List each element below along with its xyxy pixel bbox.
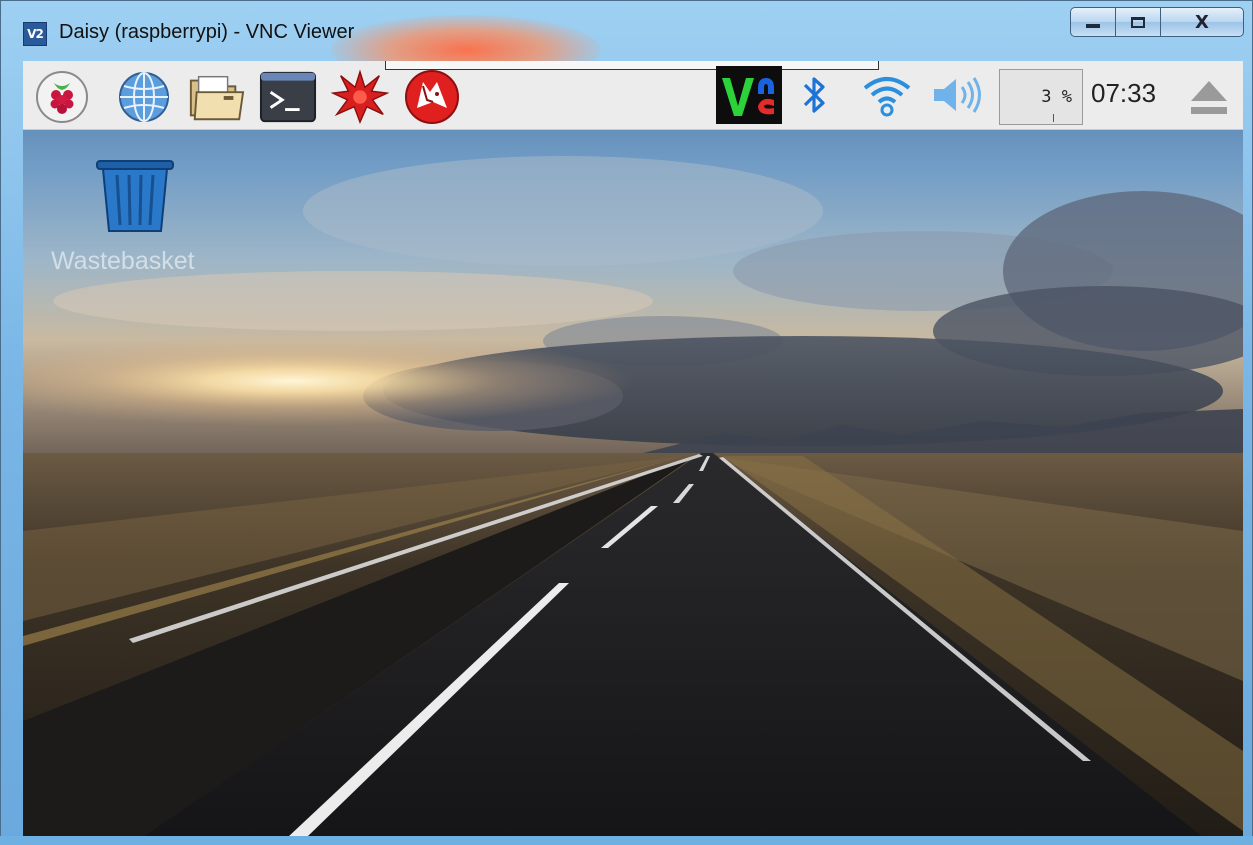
bluetooth-icon xyxy=(803,77,825,113)
desktop-wallpaper xyxy=(23,61,1243,837)
clock[interactable]: 07:33 xyxy=(1091,78,1156,109)
mathematica-icon xyxy=(331,69,389,125)
terminal-icon xyxy=(259,71,317,123)
vnc-viewer-window: V2 Daisy (raspberrypi) - VNC Viewer X Wa… xyxy=(0,0,1253,845)
volume-tray[interactable] xyxy=(929,66,985,124)
wolfram-launcher[interactable] xyxy=(403,70,461,124)
bluetooth-tray[interactable] xyxy=(795,66,835,124)
mathematica-launcher[interactable] xyxy=(331,69,389,125)
taskbar-panel: 3 % 07:33 xyxy=(23,61,1243,130)
volume-icon xyxy=(934,77,981,113)
wifi-tray[interactable] xyxy=(859,66,915,124)
web-browser-launcher[interactable] xyxy=(115,71,173,123)
raspberry-menu-icon xyxy=(36,71,88,123)
vnc-server-icon xyxy=(716,66,782,124)
remote-desktop[interactable]: Wastebasket 3 % 07:33 xyxy=(23,61,1243,837)
wolfram-icon xyxy=(405,70,459,124)
vnc-server-tray[interactable] xyxy=(715,66,783,124)
title-bar[interactable]: V2 Daisy (raspberrypi) - VNC Viewer X xyxy=(1,1,1252,85)
maximize-icon xyxy=(1131,16,1145,28)
file-manager-icon xyxy=(189,75,245,121)
window-controls: X xyxy=(1070,7,1244,41)
file-manager-launcher[interactable] xyxy=(187,71,245,123)
eject-button[interactable] xyxy=(1187,77,1231,122)
applications-menu-button[interactable] xyxy=(33,71,91,123)
wifi-icon xyxy=(863,77,911,117)
cpu-usage-value: 3 % xyxy=(1041,87,1072,107)
vnc-viewer-app-icon[interactable]: V2 xyxy=(23,22,47,46)
window-title: Daisy (raspberrypi) - VNC Viewer xyxy=(59,21,355,43)
minimize-icon xyxy=(1086,24,1100,28)
minimize-button[interactable] xyxy=(1070,7,1116,37)
trash-can-icon xyxy=(96,160,174,232)
close-icon: X xyxy=(1195,11,1209,33)
close-button[interactable]: X xyxy=(1160,7,1244,37)
web-browser-icon xyxy=(119,72,169,122)
cpu-graph-tick xyxy=(1053,114,1054,122)
eject-icon xyxy=(1191,81,1227,114)
desktop-icon-label: Wastebasket xyxy=(51,247,195,275)
maximize-button[interactable] xyxy=(1115,7,1161,37)
window-bottom-border xyxy=(0,836,1253,845)
cpu-usage-monitor[interactable]: 3 % xyxy=(999,69,1083,125)
terminal-launcher[interactable] xyxy=(259,71,317,123)
